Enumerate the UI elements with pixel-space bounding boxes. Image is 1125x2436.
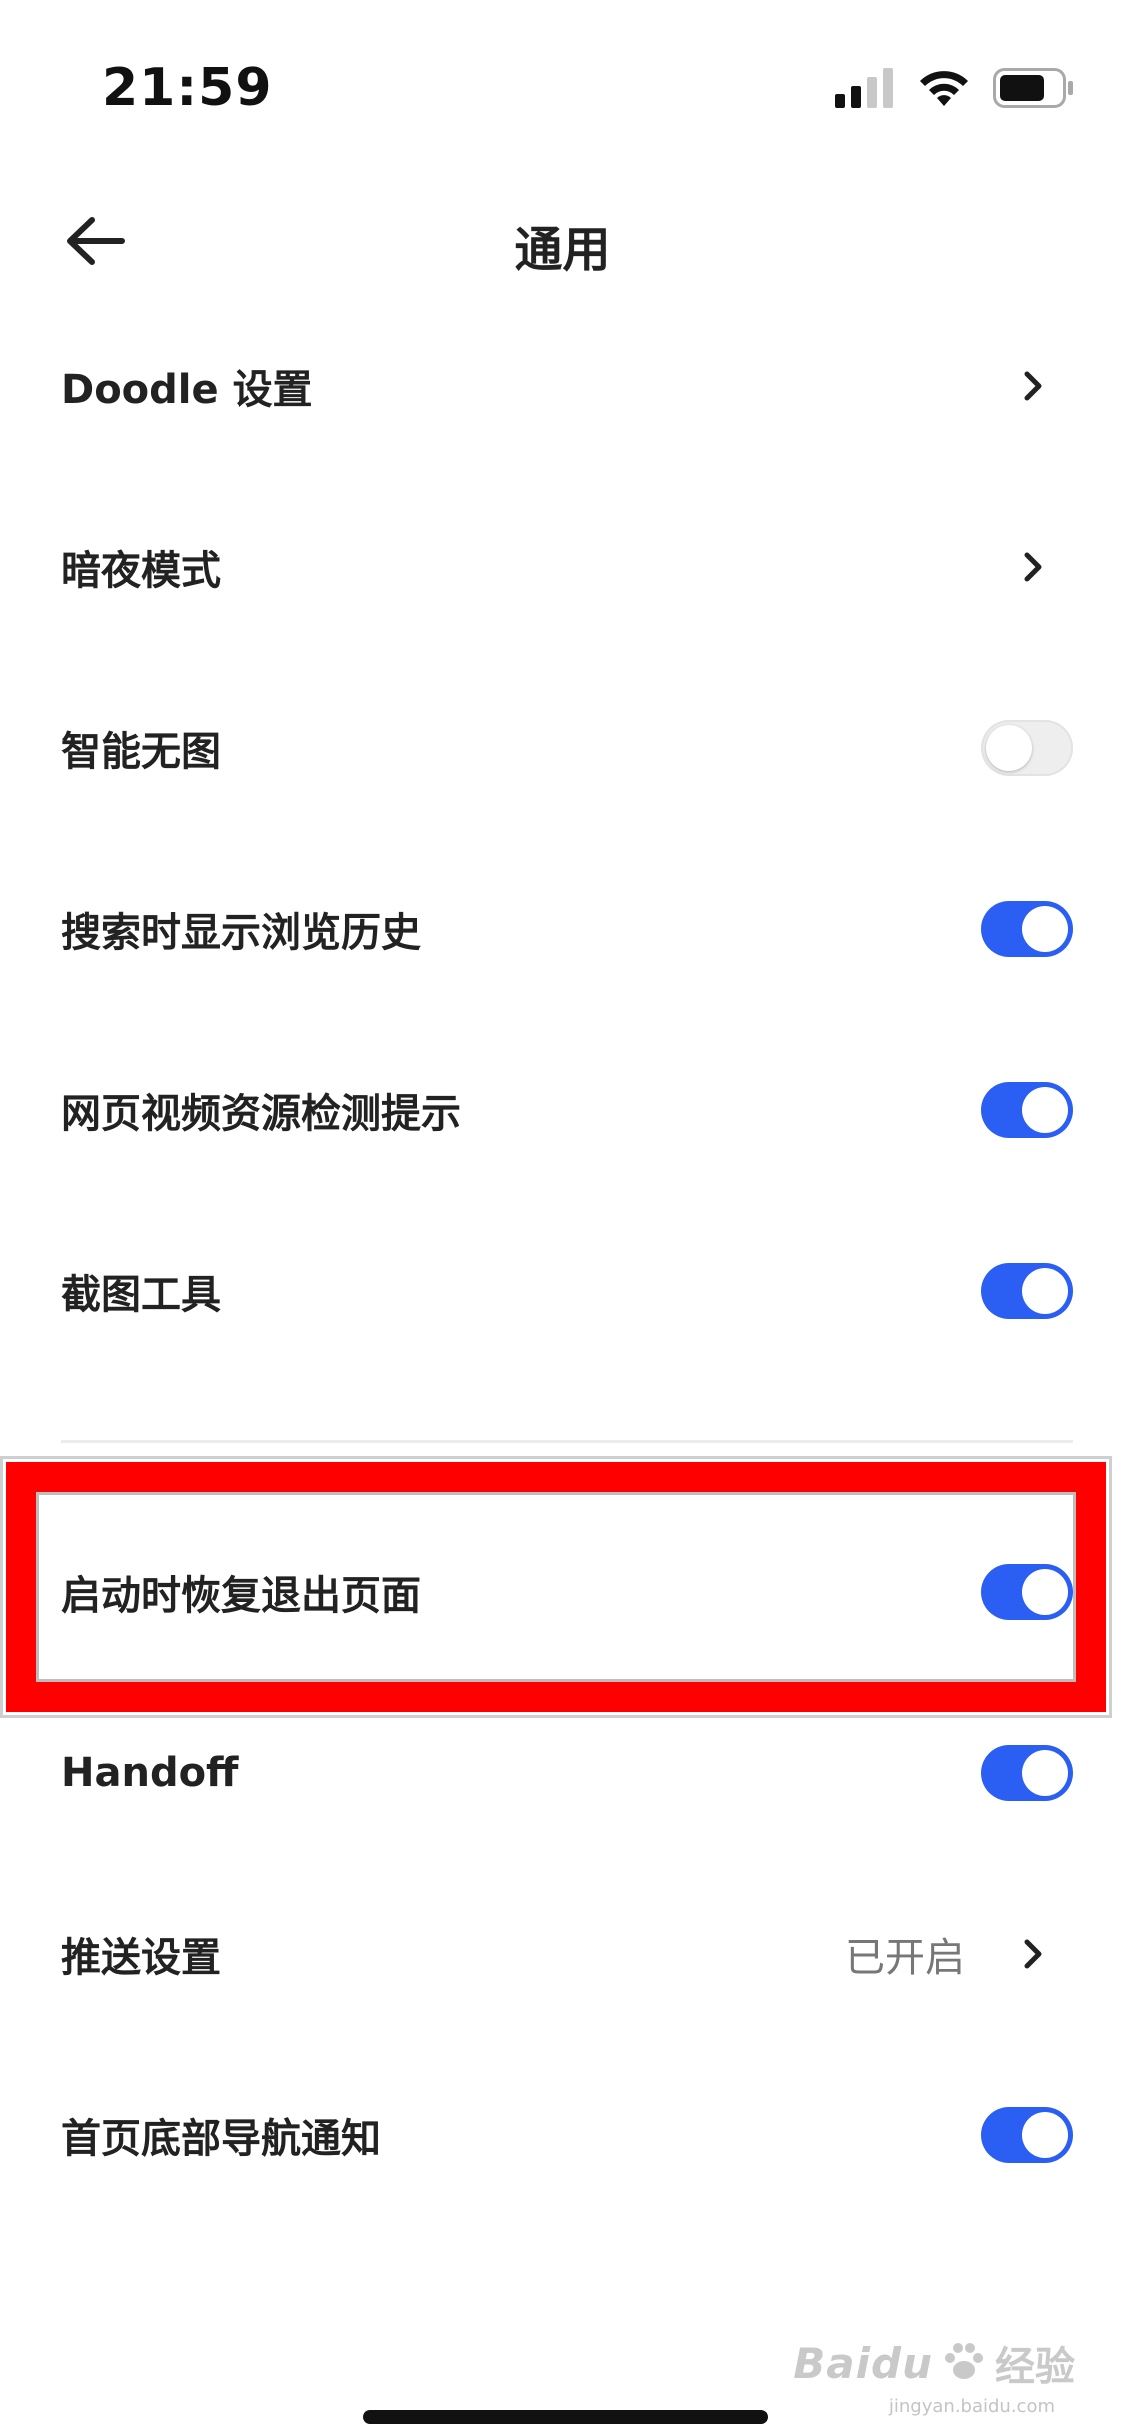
smart-no-image-toggle[interactable] [981,720,1073,776]
setting-label: 智能无图 [61,729,221,775]
wifi-icon [920,71,968,106]
watermark-url: jingyan.baidu.com [888,2396,1055,2417]
battery-icon [993,68,1073,108]
toggle-knob [1022,1750,1068,1796]
watermark-sub: 经验 [995,2344,1075,2390]
section-divider [61,1440,1073,1443]
highlight-inner-border [36,1492,1076,1682]
setting-label: 首页底部导航通知 [61,2116,381,2162]
settings-screen: 21:59 通用 Doodle 设置 暗夜模式 智能无图 搜索时显示浏览历史 网… [0,0,1125,2436]
setting-label: 网页视频资源检测提示 [61,1091,461,1137]
setting-row-screenshot-tool: 截图工具 [0,1231,1125,1351]
setting-label: Doodle 设置 [61,367,313,413]
setting-row-search-history: 搜索时显示浏览历史 [0,869,1125,989]
setting-label: Handoff [61,1750,239,1796]
setting-label: 截图工具 [61,1272,221,1318]
toggle-knob [1022,1268,1068,1314]
video-detect-toggle[interactable] [981,1082,1073,1138]
setting-row-video-detect: 网页视频资源检测提示 [0,1050,1125,1170]
handoff-toggle[interactable] [981,1745,1073,1801]
cellular-signal-icon [835,68,893,108]
toggle-knob [1022,906,1068,952]
page-title: 通用 [514,222,611,278]
setting-label: 推送设置 [61,1935,221,1981]
setting-row-dark-mode[interactable]: 暗夜模式 [0,507,1125,627]
toggle-knob [1022,1087,1068,1133]
watermark-brand: Baidu [793,2338,933,2388]
highlight-annotation-frame [6,1462,1106,1712]
bottom-nav-notice-toggle[interactable] [981,2107,1073,2163]
chevron-right-icon [1024,1939,1042,1969]
search-history-toggle[interactable] [981,901,1073,957]
baidu-jingyan-watermark: Baidu 经验 [793,2334,1075,2392]
toggle-knob [986,725,1032,771]
setting-label: 搜索时显示浏览历史 [61,910,421,956]
setting-row-push[interactable]: 推送设置 已开启 [0,1894,1125,2014]
home-indicator[interactable] [363,2410,768,2424]
push-status-value: 已开启 [845,1935,965,1981]
setting-row-handoff: Handoff [0,1713,1125,1833]
chevron-right-icon [1024,371,1042,401]
status-icons [835,66,1075,110]
status-time: 21:59 [102,58,273,118]
screenshot-tool-toggle[interactable] [981,1263,1073,1319]
setting-row-bottom-nav-notice: 首页底部导航通知 [0,2075,1125,2195]
setting-row-doodle[interactable]: Doodle 设置 [0,326,1125,446]
toggle-knob [1022,2112,1068,2158]
paw-icon [945,2343,983,2379]
chevron-right-icon [1024,552,1042,582]
setting-row-smart-no-image: 智能无图 [0,688,1125,808]
setting-label: 暗夜模式 [61,548,221,594]
